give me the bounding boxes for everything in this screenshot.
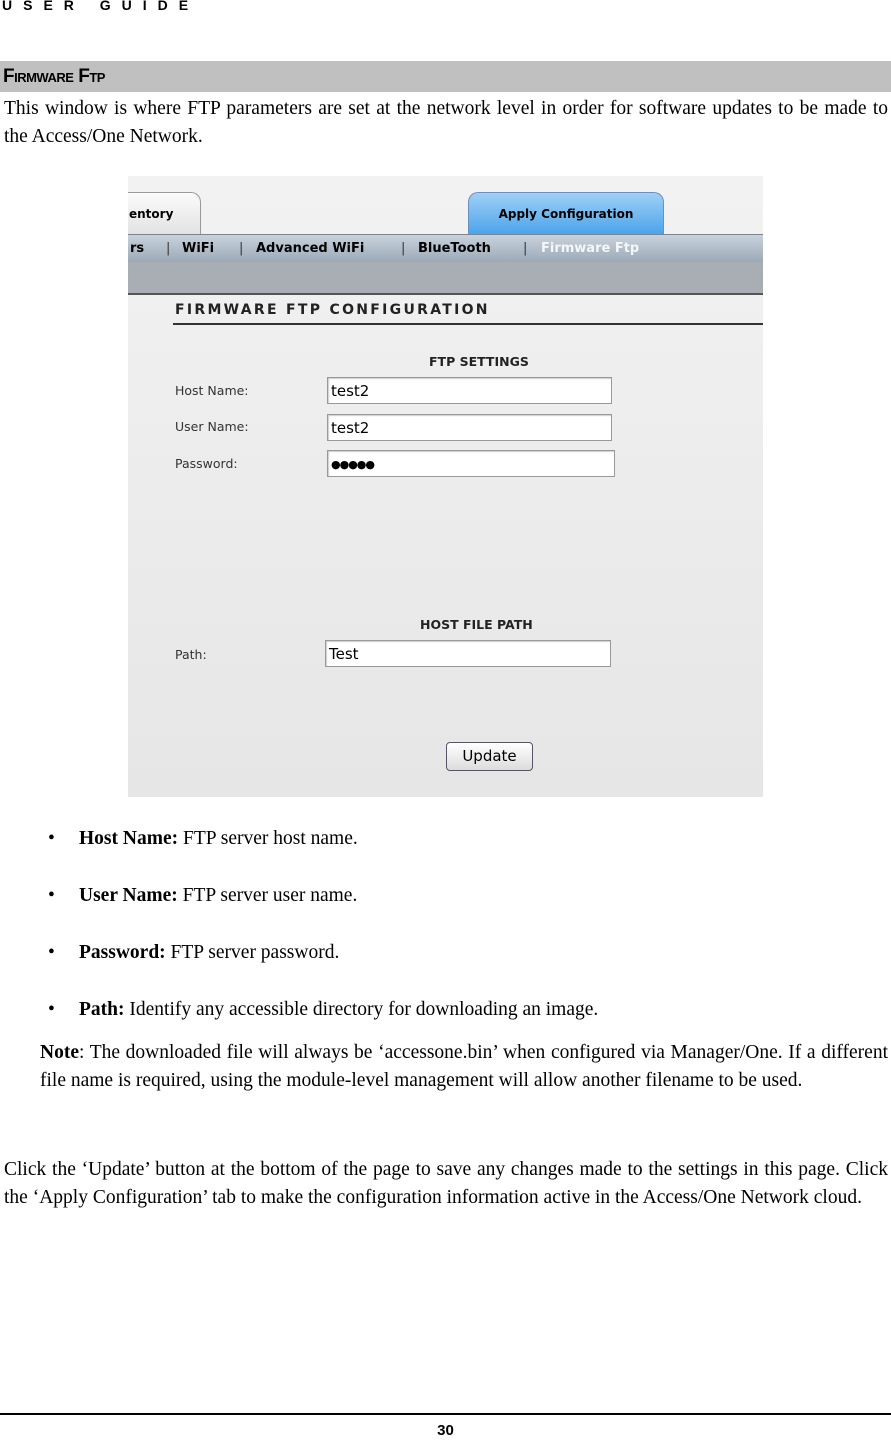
host-name-input[interactable]: test2 [327, 377, 612, 404]
bullet-icon: • [48, 942, 55, 963]
bullet-icon: • [48, 828, 55, 849]
nav-item-firmware-ftp[interactable]: Firmware Ftp [541, 235, 639, 263]
description: Identify any accessible directory for do… [124, 999, 599, 1020]
running-header: USER GUIDE [2, 0, 200, 13]
ftp-settings-heading: FTP SETTINGS [429, 354, 529, 369]
firmware-ftp-screenshot: entory Apply Configuration rs | WiFi | A… [128, 176, 763, 797]
user-name-input[interactable]: test2 [327, 414, 612, 441]
note-paragraph: Note: The downloaded file will always be… [40, 1039, 888, 1095]
title-underline [173, 323, 763, 325]
footer-rule [0, 1413, 891, 1415]
password-input[interactable]: ●●●●● [327, 450, 615, 477]
host-name-label: Host Name: [175, 383, 249, 398]
config-title: FIRMWARE FTP CONFIGURATION [175, 302, 490, 318]
host-file-path-heading: HOST FILE PATH [420, 617, 533, 632]
section-title: Firmware Ftp [3, 66, 105, 87]
nav-separator: | [239, 241, 244, 256]
nav-item-advanced-wifi[interactable]: Advanced WiFi [256, 235, 364, 263]
path-label: Path: [175, 647, 207, 662]
update-button[interactable]: Update [446, 742, 533, 771]
nav-separator: | [523, 241, 528, 256]
intro-paragraph: This window is where FTP parameters are … [4, 98, 888, 147]
nav-item-wifi[interactable]: WiFi [182, 235, 214, 263]
term: Password: [79, 942, 166, 963]
tab-apply-configuration[interactable]: Apply Configuration [468, 192, 664, 235]
description: FTP server user name. [177, 885, 358, 906]
path-input[interactable]: Test [325, 640, 611, 667]
note-label: Note [40, 1042, 79, 1063]
toolbar-strip [128, 262, 763, 295]
sub-nav: rs | WiFi | Advanced WiFi | BlueTooth | … [128, 234, 763, 263]
nav-separator: | [401, 241, 406, 256]
user-name-label: User Name: [175, 419, 249, 434]
bullet-icon: • [48, 885, 55, 906]
closing-paragraph: Click the ‘Update’ button at the bottom … [4, 1159, 888, 1208]
term: User Name: [79, 885, 178, 906]
nav-item-bluetooth[interactable]: BlueTooth [418, 235, 491, 263]
section-heading-bar: Firmware Ftp [0, 61, 891, 92]
document-page: USER GUIDE Firmware Ftp This window is w… [0, 0, 891, 1440]
nav-item-partial[interactable]: rs [130, 235, 144, 263]
page-number: 30 [437, 1422, 454, 1439]
password-label: Password: [175, 456, 238, 471]
description: FTP server host name. [178, 828, 358, 849]
nav-separator: | [166, 241, 171, 256]
description: FTP server password. [165, 942, 340, 963]
note-text: : The downloaded file will always be ‘ac… [40, 1042, 888, 1091]
term: Host Name: [79, 828, 179, 849]
term: Path: [79, 999, 125, 1020]
tab-inventory[interactable]: entory [128, 192, 201, 235]
bullet-icon: • [48, 999, 55, 1020]
